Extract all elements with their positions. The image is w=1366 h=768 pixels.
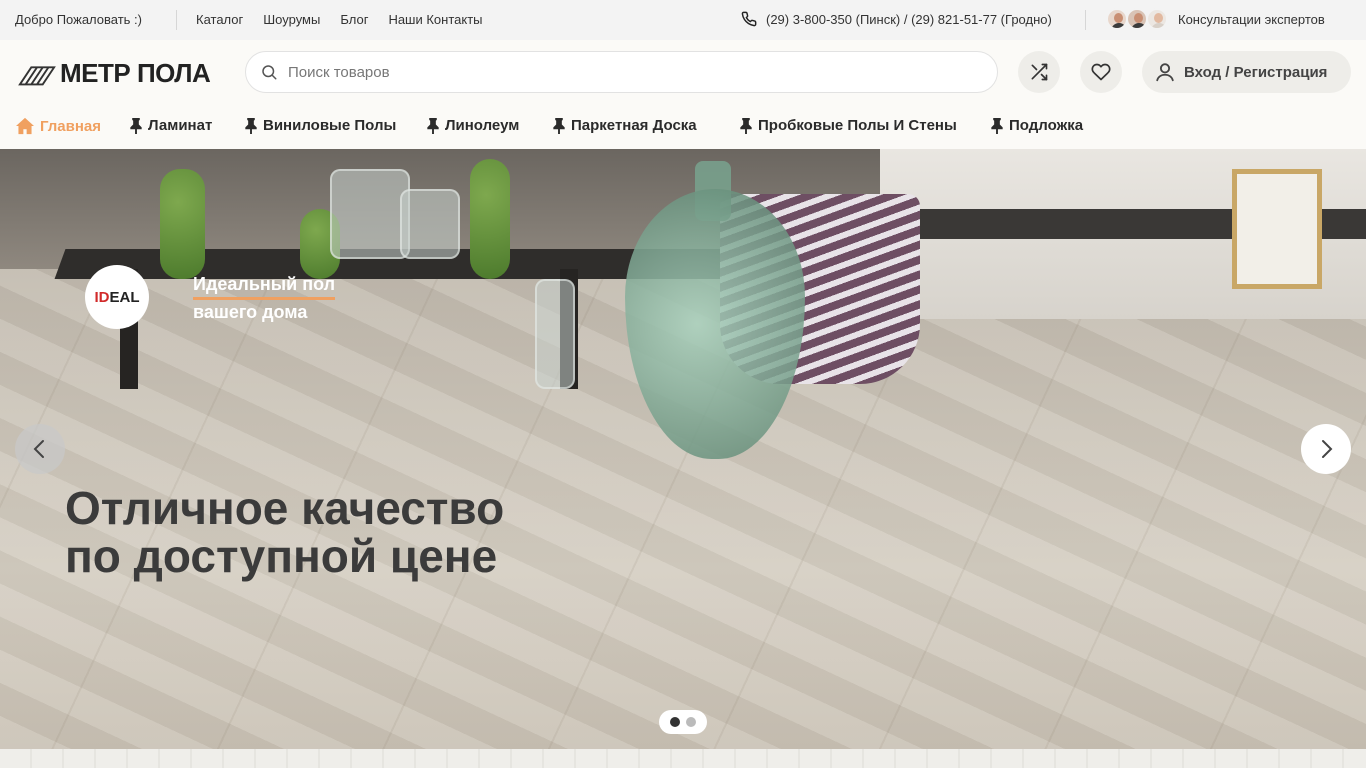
phone-link[interactable]: (29) 3-800-350 (Пинск) / (29) 821-51-77 … xyxy=(741,11,1052,27)
nav-label: Паркетная Доска xyxy=(571,117,697,134)
experts-consultation[interactable]: Консультации экспертов xyxy=(1106,8,1325,30)
slider-next-button[interactable] xyxy=(1301,424,1351,474)
site-logo[interactable]: МЕТР ПОЛА xyxy=(18,58,211,89)
nav-label: Виниловые Полы xyxy=(263,117,397,134)
tagline-line1: Идеальный пол xyxy=(193,272,336,300)
login-register-button[interactable]: Вход / Регистрация xyxy=(1142,51,1351,93)
hero-background xyxy=(470,159,510,279)
top-links: Каталог Шоурумы Блог Наши Контакты xyxy=(196,12,483,27)
section-background xyxy=(0,749,1366,768)
user-icon xyxy=(1156,63,1174,82)
nav-item-linoleum[interactable]: Линолеум xyxy=(426,117,519,134)
nav-item-vinyl[interactable]: Виниловые Полы xyxy=(244,117,396,134)
home-icon xyxy=(16,117,34,135)
hero-background xyxy=(625,189,805,459)
slider-dot[interactable] xyxy=(670,717,680,727)
logo-text: МЕТР ПОЛА xyxy=(60,58,211,88)
nav-label: Линолеум xyxy=(445,117,520,134)
pin-icon xyxy=(740,117,752,134)
nav-label: Пробковые Полы И Стены xyxy=(758,117,957,134)
nav-item-home[interactable]: Главная xyxy=(15,117,101,135)
nav-label: Ламинат xyxy=(148,117,213,134)
main-nav: Главная Ламинат Виниловые Полы Линолеум … xyxy=(0,104,1366,149)
search-input[interactable] xyxy=(288,63,968,81)
search-box[interactable] xyxy=(245,51,998,93)
hero-headline: Отличное качество по доступной цене xyxy=(65,484,504,580)
welcome-text: Добро Пожаловать :) xyxy=(15,12,142,27)
nav-item-cork[interactable]: Пробковые Полы И Стены xyxy=(739,117,957,134)
tagline-line2: вашего дома xyxy=(193,302,308,322)
pin-icon xyxy=(991,117,1003,134)
divider xyxy=(176,10,177,30)
top-link-catalog[interactable]: Каталог xyxy=(196,12,243,27)
expert-avatar xyxy=(1126,8,1148,30)
divider xyxy=(1085,10,1086,30)
nav-label: Главная xyxy=(40,117,102,135)
hero-background xyxy=(535,279,575,389)
nav-item-underlay[interactable]: Подложка xyxy=(990,117,1083,134)
nav-item-parquet[interactable]: Паркетная Доска xyxy=(552,117,697,134)
experts-label: Консультации экспертов xyxy=(1178,11,1325,27)
logo-icon xyxy=(18,65,56,85)
hero-background xyxy=(160,169,205,279)
chevron-right-icon xyxy=(1322,440,1333,458)
phone-text: (29) 3-800-350 (Пинск) / (29) 821-51-77 … xyxy=(766,11,1052,27)
hero-background xyxy=(400,189,460,259)
phone-icon xyxy=(741,11,757,27)
headline-line1: Отличное качество xyxy=(65,482,505,534)
heart-icon xyxy=(1091,63,1111,81)
search-icon[interactable] xyxy=(260,63,278,81)
wishlist-button[interactable] xyxy=(1080,51,1122,93)
brand-logo-part: ID xyxy=(94,288,110,306)
hero-slider: ID EAL Идеальный пол вашего дома Отличное… xyxy=(0,149,1366,749)
top-link-blog[interactable]: Блог xyxy=(340,12,368,27)
hero-background xyxy=(1232,169,1322,289)
nav-item-laminate[interactable]: Ламинат xyxy=(129,117,212,134)
pin-icon xyxy=(427,117,439,134)
pin-icon xyxy=(130,117,142,134)
headline-line2: по доступной цене xyxy=(65,530,498,582)
hero-tagline: Идеальный пол вашего дома xyxy=(193,272,336,325)
nav-label: Подложка xyxy=(1009,117,1084,134)
chevron-left-icon xyxy=(33,440,44,458)
hero-background xyxy=(330,169,410,259)
slider-dot[interactable] xyxy=(686,717,696,727)
expert-avatar xyxy=(1106,8,1128,30)
login-label: Вход / Регистрация xyxy=(1184,63,1328,81)
brand-logo-ideal[interactable]: ID EAL xyxy=(85,265,149,329)
top-link-showrooms[interactable]: Шоурумы xyxy=(263,12,320,27)
expert-avatar xyxy=(1146,8,1168,30)
brand-logo-part: EAL xyxy=(109,288,140,306)
top-link-contacts[interactable]: Наши Контакты xyxy=(388,12,482,27)
top-bar: Добро Пожаловать :) Каталог Шоурумы Блог… xyxy=(0,0,1366,40)
pin-icon xyxy=(553,117,565,134)
shuffle-icon xyxy=(1031,63,1048,81)
header: МЕТР ПОЛА Вход / Регистрация xyxy=(0,40,1366,104)
pin-icon xyxy=(245,117,257,134)
compare-button[interactable] xyxy=(1018,51,1060,93)
slider-dots xyxy=(659,710,707,734)
slider-prev-button[interactable] xyxy=(15,424,65,474)
